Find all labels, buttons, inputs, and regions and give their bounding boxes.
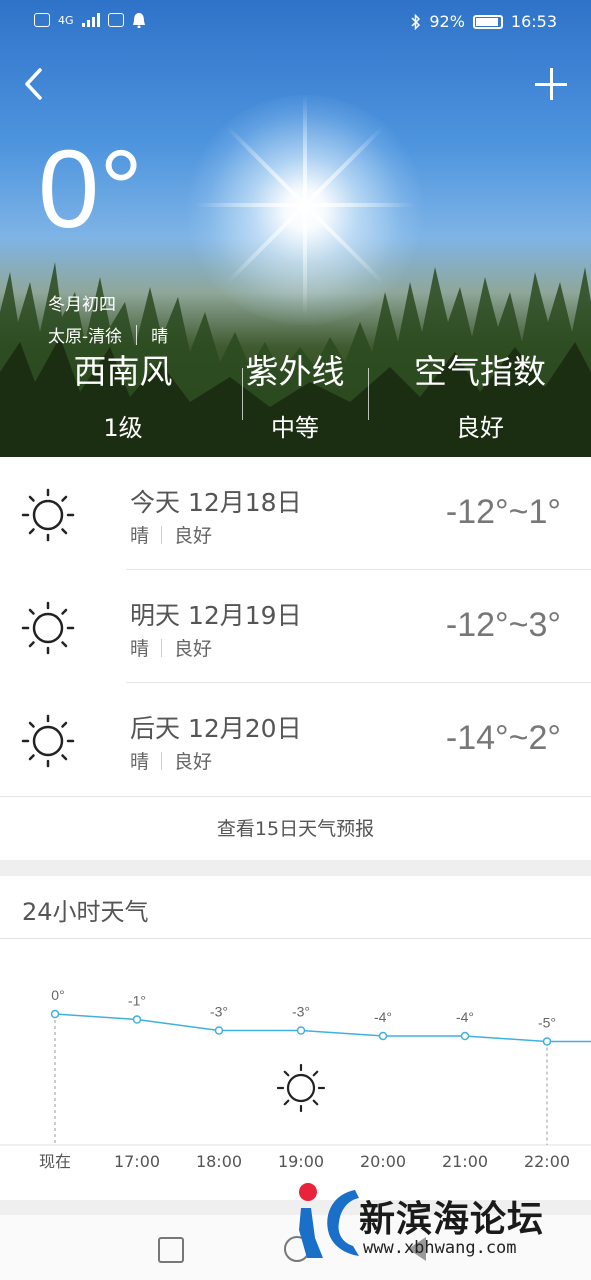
chart-point <box>132 1015 142 1024</box>
hourly-temperature-chart[interactable]: 0° 现在 -1° 17:00 -3° 18:00 -3° 19:00 -4° 20:00 -4° 2… <box>0 939 591 1200</box>
chart-tick-label: 22:00 <box>524 1152 570 1171</box>
forecast-range: -12°~1° <box>445 493 561 531</box>
battery-icon <box>472 14 503 29</box>
chart-tick-label: 17:00 <box>114 1152 160 1171</box>
stat-value: 中等 <box>271 414 319 442</box>
forecast-weather: 晴 <box>130 525 150 547</box>
stat-aqi: 空气指数 良好 <box>385 348 575 443</box>
hourly-title: 24小时天气 <box>22 898 149 926</box>
current-temperature: 0° <box>38 128 144 251</box>
chart-point <box>296 1026 306 1035</box>
bluetooth-icon <box>411 13 421 30</box>
divider <box>368 368 369 420</box>
chart-point <box>460 1031 470 1041</box>
chart-data-label: -4° <box>456 1009 474 1025</box>
chart-point <box>214 1026 224 1035</box>
forum-logo <box>299 1183 359 1258</box>
divider <box>161 638 163 657</box>
lunar-date: 冬月初四 <box>48 295 116 315</box>
chart-data-label: -4° <box>374 1009 392 1025</box>
current-condition: 晴 <box>151 327 169 347</box>
chart-point <box>542 1037 552 1046</box>
divider <box>161 525 163 544</box>
stat-title: 空气指数 <box>414 352 546 391</box>
chart-tick-label: 18:00 <box>196 1152 242 1171</box>
chart-data-label: 0° <box>51 987 64 1003</box>
chart-tick-label: 21:00 <box>442 1152 488 1171</box>
divider <box>161 751 163 770</box>
forecast-date: 明天 12月19日 <box>130 601 302 630</box>
forecast-air: 良好 <box>174 638 213 660</box>
signal-icon <box>81 13 100 27</box>
chart-data-label: -3° <box>292 1004 310 1020</box>
chart-point <box>50 1009 60 1019</box>
watermark-title: 新滨海论坛 <box>359 1199 545 1240</box>
chart-tick-label: 现在 <box>39 1152 71 1171</box>
chevron-left-icon[interactable] <box>20 66 50 102</box>
forecast-air: 良好 <box>174 751 213 773</box>
forecast-row[interactable]: 后天 12月20日 晴 良好 -14°~2° <box>0 683 591 796</box>
forecast-sub: 晴 良好 <box>130 634 212 661</box>
stat-title: 紫外线 <box>245 352 345 391</box>
stats-row: 西南风 1级 紫外线 中等 空气指数 良好 <box>0 348 591 448</box>
forecast-range: -14°~2° <box>445 719 561 757</box>
plus-icon[interactable] <box>535 68 569 102</box>
watermark: 新滨海论坛 www.xbhwang.com <box>293 1180 591 1260</box>
location-name[interactable]: 太原-清徐 <box>48 322 122 347</box>
stat-value: 良好 <box>456 414 504 442</box>
divider <box>136 324 138 345</box>
sun-icon <box>276 1063 326 1113</box>
network-label: 4G <box>58 13 74 27</box>
notification-icon <box>132 13 145 28</box>
hourly-panel: 24小时天气 0° 现在 -1° 17:00 -3° 18:00 -3° 19:00 -4° 20… <box>0 876 591 1200</box>
chart-data-label: -3° <box>210 1004 228 1020</box>
stat-uv: 紫外线 中等 <box>200 348 390 443</box>
forecast-sub: 晴 良好 <box>130 521 212 548</box>
watermark-url: www.xbhwang.com <box>363 1238 517 1258</box>
forecast-air: 良好 <box>174 525 213 547</box>
chart-tick-label: 19:00 <box>278 1152 324 1171</box>
wifi-calling-icon <box>107 13 124 27</box>
sun-icon <box>21 714 75 768</box>
forecast-row[interactable]: 明天 12月19日 晴 良好 -12°~3° <box>0 570 591 683</box>
forecast-weather: 晴 <box>130 751 150 773</box>
chart-tick-label: 20:00 <box>360 1152 406 1171</box>
forecast-weather: 晴 <box>130 638 150 660</box>
forecast-range: -12°~3° <box>445 606 561 644</box>
stat-value: 1级 <box>103 414 143 442</box>
forecast-sub: 晴 良好 <box>130 747 212 774</box>
stat-wind: 西南风 1级 <box>28 348 218 443</box>
forecast-date: 今天 12月18日 <box>130 488 302 517</box>
forecast-date: 后天 12月20日 <box>130 714 302 743</box>
status-bar: 4G 92% 16:53 <box>0 0 591 44</box>
clock: 16:53 <box>510 12 557 31</box>
stat-title: 西南风 <box>73 352 173 391</box>
sun-icon <box>21 488 75 542</box>
forecast-row[interactable]: 今天 12月18日 晴 良好 -12°~1° <box>0 457 591 570</box>
battery-percent: 92% <box>429 12 465 31</box>
forecast-panel: 今天 12月18日 晴良好 -12°~1° 明天 12月19日 晴良好 -12°… <box>0 457 591 860</box>
chart-point <box>378 1031 388 1041</box>
location-row: 太原-清徐 晴 <box>48 322 168 347</box>
hd-icon <box>34 13 50 27</box>
weather-hero: 4G 92% 16:53 0° 冬月初四 太原-清徐 晴 西南风 1级 紫外线 … <box>0 0 591 457</box>
view-15-day-forecast-link[interactable]: 查看15日天气预报 <box>0 796 591 860</box>
recents-icon[interactable] <box>158 1237 184 1263</box>
chart-data-label: -1° <box>128 993 146 1009</box>
chart-data-label: -5° <box>538 1015 556 1031</box>
sun-icon <box>21 601 75 655</box>
